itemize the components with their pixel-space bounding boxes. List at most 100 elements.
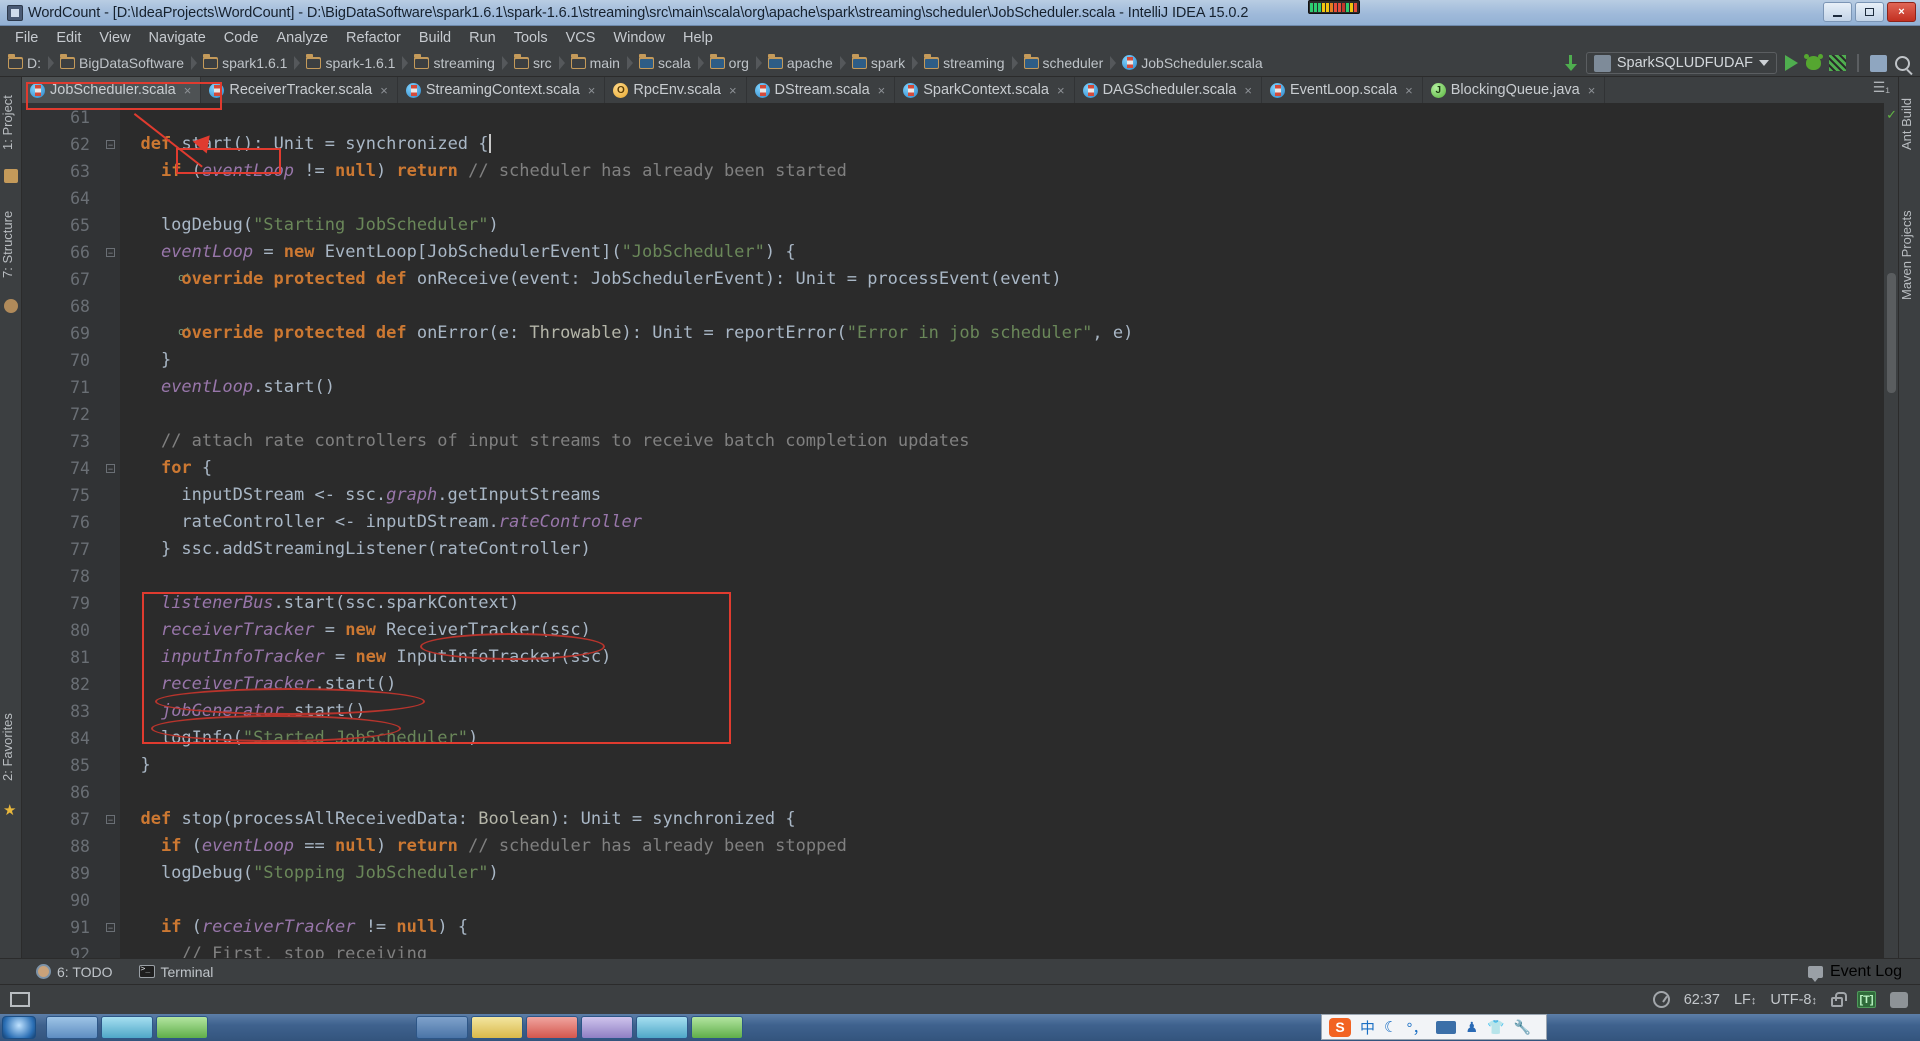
editor-vertical-scrollbar[interactable]: ✓ (1884, 103, 1898, 974)
code-line[interactable]: if (eventLoop == null) return // schedul… (120, 833, 847, 860)
fold-toggle-icon[interactable]: − (106, 464, 115, 474)
close-icon[interactable]: × (184, 83, 192, 98)
close-icon[interactable]: × (380, 83, 388, 98)
tab-eventloop-scala[interactable]: EventLoop.scala × (1262, 77, 1423, 103)
code-line[interactable]: logDebug("Starting JobScheduler") (120, 212, 499, 239)
code-line[interactable] (120, 293, 130, 320)
code-line[interactable]: inputInfoTracker = new InputInfoTracker(… (120, 644, 611, 671)
menu-analyze[interactable]: Analyze (267, 28, 337, 48)
breadcrumb-item-spark-161[interactable]: spark-1.6.1 (306, 52, 414, 74)
tab-sparkcontext-scala[interactable]: SparkContext.scala × (895, 77, 1075, 103)
encoding-selector[interactable]: UTF-8↕ (1770, 992, 1817, 1008)
fold-toggle-icon[interactable]: − (106, 248, 115, 258)
tab-dagscheduler-scala[interactable]: DAGScheduler.scala × (1075, 77, 1262, 103)
power-save-icon[interactable] (1652, 991, 1670, 1008)
sidebar-item-maven-projects[interactable]: Maven Projects (1899, 195, 1920, 315)
sogou-ime-logo-icon[interactable]: S (1329, 1017, 1351, 1037)
code-line[interactable] (120, 563, 130, 590)
tab-jobscheduler-scala[interactable]: JobScheduler.scala × (22, 77, 202, 103)
code-line[interactable]: override protected def onError(e: Throwa… (120, 320, 1133, 347)
code-line[interactable]: def stop(processAllReceivedData: Boolean… (120, 806, 795, 833)
run-button[interactable] (1785, 55, 1798, 71)
event-log-toggle[interactable]: Event Log (1807, 963, 1902, 982)
taskbar-app-1[interactable] (46, 1016, 98, 1039)
code-line[interactable] (120, 185, 130, 212)
menu-code[interactable]: Code (215, 28, 268, 48)
close-icon[interactable]: × (878, 83, 886, 98)
tab-blockingqueue-java[interactable]: BlockingQueue.java × (1423, 77, 1606, 103)
code-line[interactable]: logInfo("Started JobScheduler") (120, 725, 478, 752)
tab-rpcenv-scala[interactable]: RpcEnv.scala × (605, 77, 747, 103)
hector-icon[interactable] (1890, 991, 1908, 1008)
fold-toggle-icon[interactable]: − (106, 923, 115, 933)
breadcrumb-item-streaming2[interactable]: streaming (924, 52, 1023, 74)
menu-file[interactable]: File (6, 28, 47, 48)
code-line[interactable]: receiverTracker.start() (120, 671, 396, 698)
code-line[interactable]: // attach rate controllers of input stre… (120, 428, 970, 455)
taskbar-app-8[interactable] (636, 1016, 688, 1039)
tab-streamingcontext-scala[interactable]: StreamingContext.scala × (398, 77, 606, 103)
menu-help[interactable]: Help (674, 28, 722, 48)
breadcrumb-item-d[interactable]: D: (8, 52, 60, 74)
close-icon[interactable]: × (1057, 83, 1065, 98)
taskbar-app-2[interactable] (101, 1016, 153, 1039)
code-line[interactable]: def start(): Unit = synchronized { (120, 131, 491, 158)
code-line[interactable]: } ssc.addStreamingListener(rateControlle… (120, 536, 591, 563)
translation-plugin-icon[interactable]: [T] (1857, 991, 1876, 1008)
close-icon[interactable]: × (1405, 83, 1413, 98)
code-line[interactable]: rateController <- inputDStream.rateContr… (120, 509, 642, 536)
code-line[interactable]: if (receiverTracker != null) { (120, 914, 468, 941)
breadcrumb-item-jobscheduler-file[interactable]: JobScheduler.scala (1122, 52, 1268, 74)
menu-navigate[interactable]: Navigate (140, 28, 215, 48)
keyboard-icon[interactable] (1436, 1020, 1457, 1034)
code-line[interactable] (120, 887, 130, 914)
ime-mode-icon[interactable]: 中 (1360, 1017, 1375, 1038)
project-structure-button[interactable] (1870, 54, 1887, 72)
sidebar-item-project[interactable]: 1: Project (0, 81, 22, 165)
taskbar-app-3[interactable] (156, 1016, 208, 1039)
code-line[interactable]: inputDStream <- ssc.graph.getInputStream… (120, 482, 601, 509)
caret-position[interactable]: 62:37 (1684, 992, 1720, 1008)
lock-icon[interactable] (1831, 991, 1847, 1007)
breadcrumb-item-org[interactable]: org (709, 52, 768, 74)
tool-window-terminal[interactable]: Terminal (138, 964, 213, 980)
tools-icon[interactable]: 🔧 (1513, 1019, 1530, 1036)
start-button[interactable] (2, 1016, 36, 1039)
sidebar-item-structure[interactable]: 7: Structure (0, 195, 22, 293)
close-icon[interactable]: × (588, 83, 596, 98)
breadcrumb-item-src[interactable]: src (513, 52, 571, 74)
sidebar-item-ant-build[interactable]: Ant Build (1899, 83, 1920, 165)
code-line[interactable]: } (120, 347, 171, 374)
code-line[interactable] (120, 779, 130, 806)
menu-refactor[interactable]: Refactor (337, 28, 410, 48)
close-icon[interactable]: × (729, 83, 737, 98)
user-icon[interactable]: ♟ (1465, 1019, 1478, 1036)
taskbar-app-4[interactable] (416, 1016, 468, 1039)
menu-edit[interactable]: Edit (47, 28, 90, 48)
skin-icon[interactable]: 👕 (1487, 1019, 1504, 1036)
scrollbar-thumb[interactable] (1887, 273, 1896, 393)
code-line[interactable]: override protected def onReceive(event: … (120, 266, 1061, 293)
sidebar-item-favorites[interactable]: 2: Favorites (0, 697, 22, 797)
code-line[interactable]: } (120, 752, 150, 779)
breadcrumb-item-scheduler[interactable]: scheduler (1023, 52, 1123, 74)
code-line[interactable]: if (eventLoop != null) return // schedul… (120, 158, 847, 185)
menu-vcs[interactable]: VCS (557, 28, 605, 48)
code-line[interactable] (120, 401, 130, 428)
tab-list-icon[interactable]: ☰₁ (1873, 79, 1890, 96)
code-line[interactable]: jobGenerator.start() (120, 698, 366, 725)
breadcrumb-item-spark161[interactable]: spark1.6.1 (203, 52, 306, 74)
close-icon[interactable]: × (1244, 83, 1252, 98)
ime-punctuation-icon[interactable]: °， (1406, 1017, 1427, 1038)
code-line[interactable]: listenerBus.start(ssc.sparkContext) (120, 590, 519, 617)
search-everywhere-icon[interactable] (1895, 55, 1910, 71)
tool-window-todo[interactable]: 6: TODO (36, 964, 113, 980)
tab-receivertracker-scala[interactable]: ReceiverTracker.scala × (201, 77, 398, 103)
taskbar-app-7[interactable] (581, 1016, 633, 1039)
breadcrumb-item-bigdatasoftware[interactable]: BigDataSoftware (60, 52, 203, 74)
close-icon[interactable]: × (1588, 83, 1596, 98)
code-folding-gutter[interactable]: − − oᵗ oᵗ − − − (98, 103, 191, 974)
code-line[interactable]: eventLoop.start() (120, 374, 335, 401)
minimize-button[interactable] (1823, 2, 1852, 22)
code-line[interactable]: for { (120, 455, 212, 482)
